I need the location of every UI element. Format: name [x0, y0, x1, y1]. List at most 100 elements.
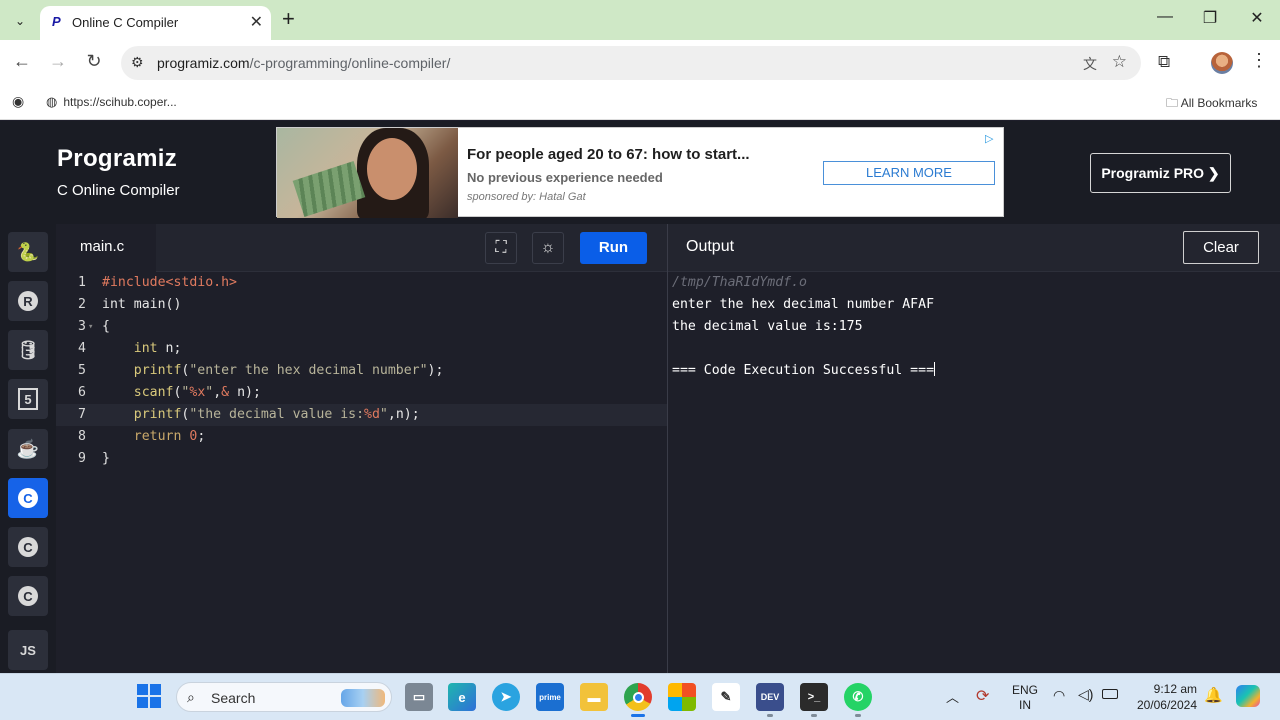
java-icon: ☕ — [16, 438, 40, 459]
clear-button[interactable]: Clear — [1183, 231, 1259, 264]
forward-arrow-icon[interactable]: → — [46, 51, 70, 72]
edge-browser-icon[interactable]: e — [448, 683, 476, 711]
line-number: 4 — [78, 341, 86, 356]
sidebar-item-javascript[interactable]: JS — [8, 630, 48, 670]
taskbar-search[interactable]: ⌕ Search — [176, 682, 392, 712]
programiz-logo[interactable]: Programiz — [57, 145, 177, 173]
code-text: } — [102, 451, 110, 466]
sidebar-item-csharp[interactable]: C — [8, 576, 48, 616]
output-line: the decimal value is:175 — [672, 319, 863, 334]
minimize-icon[interactable]: — — [1153, 8, 1177, 26]
site-info-icon[interactable]: ⚙ — [131, 54, 144, 71]
theme-toggle-button[interactable]: ☼ — [532, 232, 564, 264]
chevron-down-icon: ⌄ — [14, 14, 26, 28]
html5-icon: 5 — [18, 388, 38, 410]
bookmarks-bar: ◉ ◍ https://scihub.coper... 🗀 All Bookmar… — [0, 86, 1280, 120]
output-console[interactable]: /tmp/ThaRIdYmdf.o enter the hex decimal … — [672, 272, 936, 382]
restore-icon[interactable]: ❐ — [1198, 8, 1222, 28]
terminal-icon[interactable]: >_ — [800, 683, 828, 711]
running-app-indicator — [767, 714, 773, 717]
ad-choices-icon[interactable]: ▷ — [985, 132, 999, 146]
profile-avatar[interactable] — [1211, 52, 1233, 74]
line-number: 5 — [78, 363, 86, 378]
bookmark-item[interactable]: ◍ https://scihub.coper... — [46, 94, 177, 110]
sidebar-item-python[interactable]: 🐍 — [8, 232, 48, 272]
sync-icon[interactable]: ⟳ — [976, 686, 989, 706]
dev-cpp-icon[interactable]: DEV — [756, 683, 784, 711]
page-subtitle: C Online Compiler — [57, 182, 180, 199]
code-area[interactable]: 1 #include<stdio.h> 2 int main() 3 ▾ { 4 int… — [56, 272, 667, 470]
ad-image-money — [292, 161, 366, 217]
extensions-icon[interactable]: ⧉ — [1158, 52, 1170, 72]
language-indicator[interactable]: ENG IN — [1012, 683, 1038, 713]
clock-date: 20/06/2024 — [1136, 698, 1197, 712]
line-number: 8 — [78, 429, 86, 444]
programiz-pro-button[interactable]: Programiz PRO ❯ — [1090, 153, 1231, 193]
url-path: /c-programming/online-compiler/ — [249, 55, 451, 71]
translate-icon[interactable]: 文 — [1083, 54, 1097, 74]
site-header: Programiz C Online Compiler For people a… — [0, 121, 1280, 224]
back-arrow-icon[interactable]: ← — [10, 51, 34, 72]
code-text: scanf("%x",& n); — [133, 385, 261, 400]
address-bar[interactable]: ⚙ programiz.com/c-programming/online-com… — [121, 46, 1141, 80]
notification-bell-icon[interactable]: 🔔 — [1204, 686, 1223, 704]
all-bookmarks-button[interactable]: 🗀 All Bookmarks — [1166, 94, 1257, 115]
pen-app-icon[interactable]: ✎ — [712, 683, 740, 711]
browser-tab-bar: ⌄ P Online C Compiler ✕ + — ❐ ✕ — [0, 0, 1280, 40]
url-text[interactable]: programiz.com/c-programming/online-compi… — [157, 55, 450, 71]
execution-status: === Code Execution Successful === — [672, 363, 935, 378]
start-logo-pane — [150, 697, 161, 708]
folder-icon: 🗀 — [1166, 96, 1181, 110]
new-tab-button[interactable]: + — [282, 8, 295, 30]
language-code: ENG — [1012, 683, 1039, 697]
file-tab[interactable]: main.c — [56, 224, 156, 272]
file-explorer-icon[interactable]: ▬ — [580, 683, 608, 711]
line-number: 7 — [78, 407, 86, 422]
sidebar-item-r[interactable]: R — [8, 281, 48, 321]
fold-arrow-icon[interactable]: ▾ — [88, 316, 93, 338]
volume-icon[interactable]: ◁) — [1078, 686, 1093, 703]
copilot-icon[interactable] — [1236, 685, 1260, 707]
tray-overflow-chevron-icon[interactable]: ︿ — [946, 687, 959, 706]
tab-search-button[interactable]: ⌄ — [8, 9, 32, 33]
sidebar-item-sql[interactable]: 🛢 — [8, 330, 48, 370]
code-editor-panel: main.c ⛶ ☼ Run 1 #include<stdio.h> 2 int m… — [56, 224, 667, 673]
close-icon[interactable]: ✕ — [250, 12, 263, 32]
cpp-icon: C — [18, 537, 38, 557]
advertisement-banner[interactable]: For people aged 20 to 67: how to start..… — [276, 127, 1004, 218]
run-button[interactable]: Run — [580, 232, 647, 264]
browser-tab-active[interactable]: P Online C Compiler ✕ — [40, 6, 271, 40]
search-highlight-image — [341, 689, 385, 707]
sidebar-item-html[interactable]: 5 — [8, 379, 48, 419]
chrome-icon[interactable] — [624, 683, 652, 711]
telegram-icon[interactable]: ➤ — [492, 683, 520, 711]
window-close-icon[interactable]: ✕ — [1245, 8, 1269, 28]
sidebar-item-java[interactable]: ☕ — [8, 429, 48, 469]
output-file-path: /tmp/ThaRIdYmdf.o — [672, 275, 807, 290]
javascript-icon: JS — [20, 642, 36, 658]
microsoft-store-icon[interactable] — [668, 683, 696, 711]
bookmark-star-icon[interactable]: ☆ — [1112, 52, 1127, 72]
search-icon: ⌕ — [187, 689, 195, 705]
ad-title[interactable]: For people aged 20 to 67: how to start..… — [467, 146, 750, 163]
windows-start-button[interactable] — [137, 684, 161, 708]
battery-icon[interactable] — [1102, 689, 1118, 699]
more-menu-icon[interactable]: ⋮ — [1250, 50, 1268, 71]
wifi-icon[interactable]: ◠ — [1053, 687, 1065, 704]
prime-video-icon[interactable]: prime — [536, 683, 564, 711]
fullscreen-button[interactable]: ⛶ — [485, 232, 517, 264]
ad-sponsor: sponsored by: Hatal Gat — [467, 191, 586, 203]
bookmark-label: https://scihub.coper... — [63, 95, 177, 109]
reload-icon[interactable]: ↻ — [82, 51, 106, 72]
system-clock[interactable]: 9:12 am 20/06/2024 — [1133, 681, 1197, 713]
sidebar-item-cpp[interactable]: C — [8, 527, 48, 567]
output-toolbar: Output Clear — [668, 224, 1280, 272]
globe-icon[interactable]: ◉ — [12, 93, 24, 110]
ad-learn-more-button[interactable]: LEARN MORE — [823, 161, 995, 185]
code-text: #include<stdio.h> — [102, 275, 237, 290]
chrome-center-icon — [632, 691, 644, 703]
sidebar-item-c[interactable]: C — [8, 478, 48, 518]
task-view-icon[interactable]: ▭ — [405, 683, 433, 711]
whatsapp-icon[interactable]: ✆ — [844, 683, 872, 711]
sun-icon: ☼ — [540, 239, 556, 256]
